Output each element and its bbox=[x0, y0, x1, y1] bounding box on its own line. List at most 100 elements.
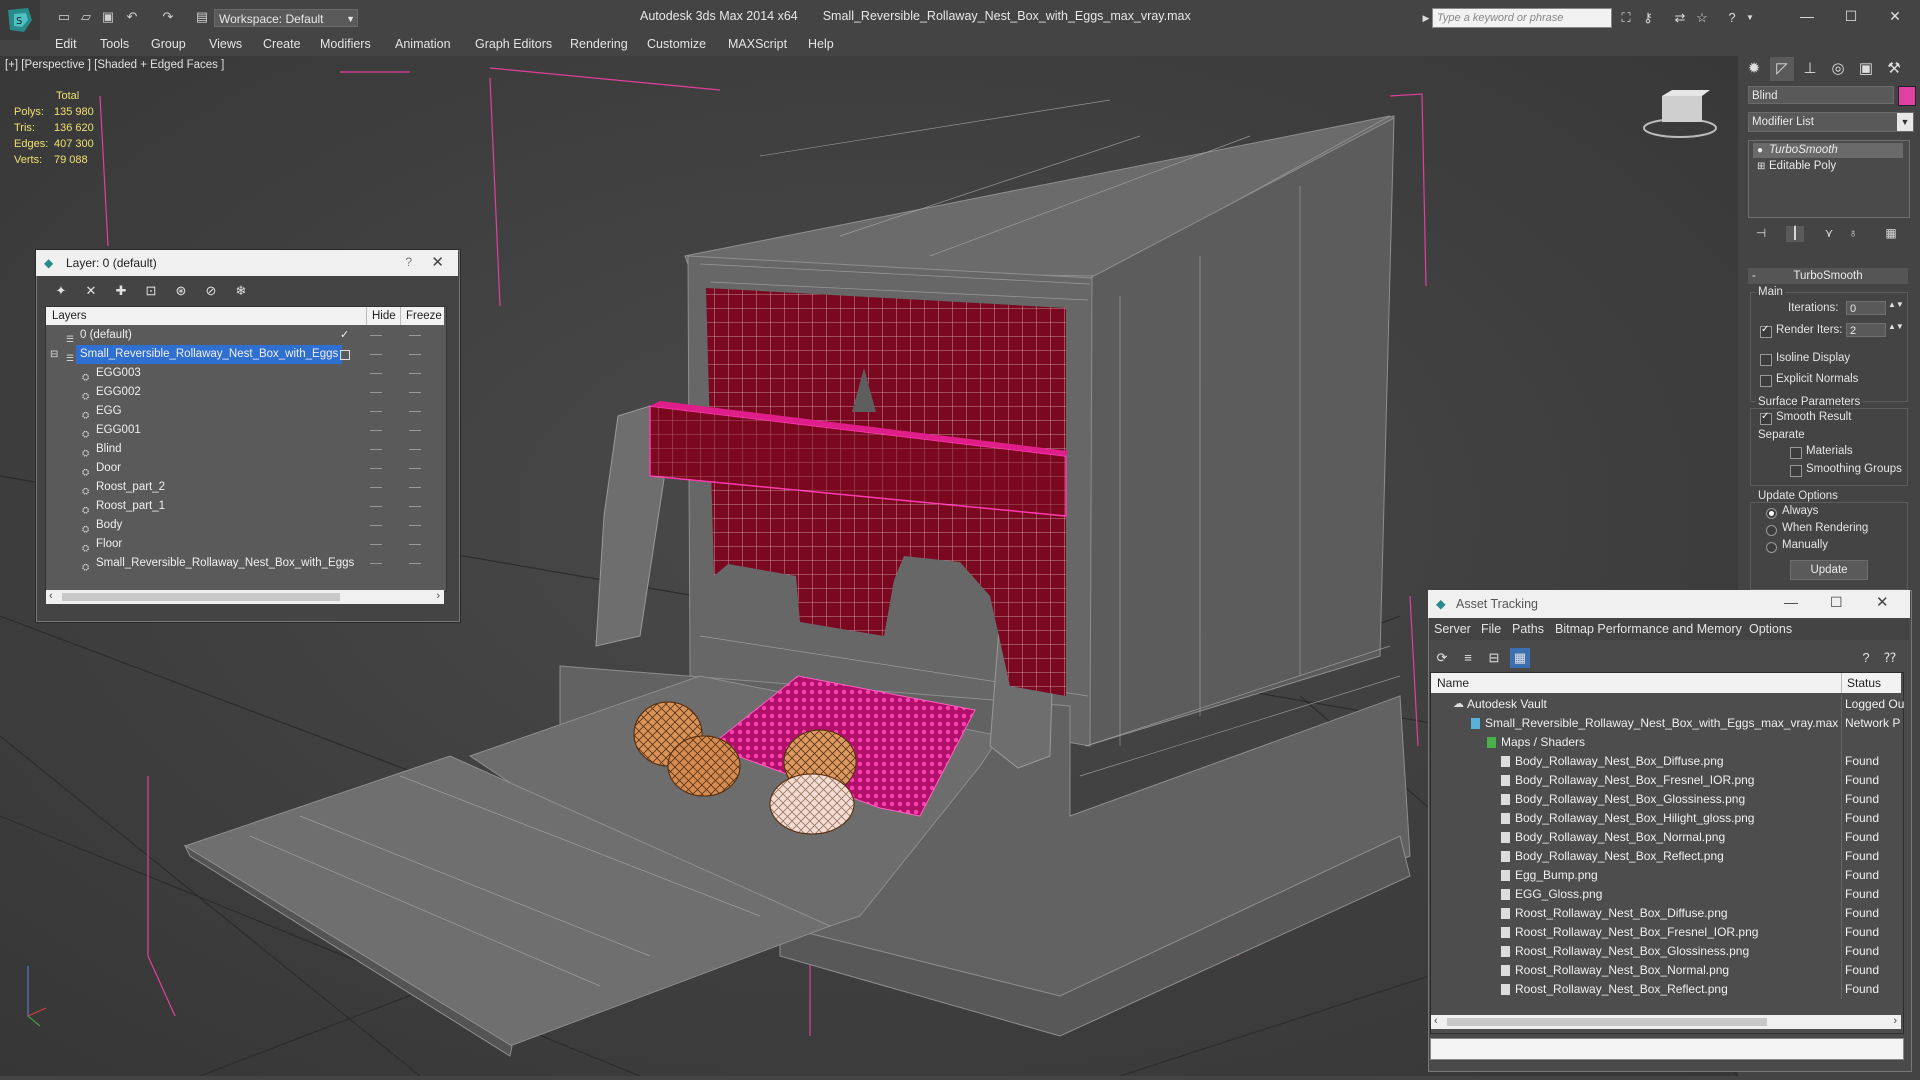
binoculars-icon[interactable]: ⛶ bbox=[1618, 10, 1634, 26]
layer-row[interactable]: ⛭ Body bbox=[46, 516, 444, 535]
menu-animation[interactable]: Animation bbox=[395, 34, 451, 54]
when-rendering-radio[interactable] bbox=[1766, 525, 1777, 536]
hide-toggle[interactable] bbox=[370, 430, 382, 431]
close-button[interactable]: ✕ bbox=[1880, 6, 1910, 26]
lightbulb-icon[interactable]: ● bbox=[1757, 143, 1763, 158]
layer-row[interactable]: ⛭ Door bbox=[46, 459, 444, 478]
asset-row[interactable]: Roost_Rollaway_Nest_Box_Diffuse.png Found bbox=[1431, 904, 1901, 923]
maximize-button[interactable]: ☐ bbox=[1830, 594, 1843, 611]
minimize-button[interactable]: — bbox=[1784, 594, 1798, 610]
display-tab-icon[interactable]: ▣ bbox=[1854, 57, 1878, 81]
search-input[interactable]: Type a keyword or phrase bbox=[1432, 8, 1612, 28]
save-file-icon[interactable]: ▣ bbox=[100, 9, 116, 25]
freeze-toggle[interactable] bbox=[409, 563, 421, 564]
asset-row[interactable]: Body_Rollaway_Nest_Box_Diffuse.png Found bbox=[1431, 752, 1901, 771]
manually-radio[interactable] bbox=[1766, 542, 1777, 553]
create-layer-icon[interactable]: ✦ bbox=[50, 281, 72, 301]
close-button[interactable]: ✕ bbox=[431, 253, 444, 271]
tree-view-icon[interactable]: ⊟ bbox=[1484, 648, 1504, 668]
exchange-icon[interactable]: ⇄ bbox=[1672, 10, 1688, 26]
hide-toggle[interactable] bbox=[370, 487, 382, 488]
pin-stack-icon[interactable]: ⊣ bbox=[1752, 226, 1770, 242]
hide-toggle[interactable] bbox=[370, 373, 382, 374]
undo-icon[interactable]: ↶ bbox=[124, 9, 140, 25]
stack-item-editable-poly[interactable]: ⊞ Editable Poly bbox=[1753, 159, 1903, 174]
modify-tab-icon[interactable]: ◸ bbox=[1770, 57, 1794, 81]
freeze-toggle[interactable] bbox=[409, 335, 421, 336]
hide-toggle[interactable] bbox=[370, 354, 382, 355]
asset-horizontal-scrollbar[interactable]: ‹ › bbox=[1431, 1015, 1901, 1029]
layer-row[interactable]: ⛭ Small_Reversible_Rollaway_Nest_Box_with… bbox=[46, 554, 444, 573]
current-layer-check-icon[interactable]: ✓ bbox=[340, 326, 349, 345]
spinner-arrows-icon[interactable]: ▲▼ bbox=[1888, 300, 1904, 309]
turbosmooth-rollout-header[interactable]: - TurboSmooth bbox=[1748, 268, 1908, 284]
viewport-label[interactable]: [+] [Perspective ] [Shaded + Edged Faces… bbox=[5, 59, 224, 71]
col-name[interactable]: Name bbox=[1437, 673, 1469, 693]
layer-row[interactable]: ⛭ EGG001 bbox=[46, 421, 444, 440]
menu-paths[interactable]: Paths bbox=[1512, 622, 1544, 636]
scroll-right-icon[interactable]: › bbox=[1893, 1015, 1897, 1027]
iterations-spinner[interactable]: 0 bbox=[1846, 301, 1886, 315]
layer-row[interactable]: ⛭ Blind bbox=[46, 440, 444, 459]
menu-create[interactable]: Create bbox=[263, 34, 301, 54]
workspace-dropdown[interactable]: Workspace: Default ▼ bbox=[214, 9, 358, 27]
freeze-toggle[interactable] bbox=[409, 430, 421, 431]
refresh-icon[interactable]: ⟳ bbox=[1432, 648, 1452, 668]
menu-options[interactable]: Options bbox=[1749, 622, 1792, 636]
chevron-down-icon[interactable]: ▼ bbox=[1742, 10, 1758, 26]
stack-item-turbosmooth[interactable]: ● TurboSmooth bbox=[1753, 143, 1903, 158]
make-unique-icon[interactable]: ⋎ bbox=[1820, 226, 1838, 242]
render-iters-checkbox[interactable] bbox=[1760, 324, 1772, 338]
asset-row[interactable]: EGG_Gloss.png Found bbox=[1431, 885, 1901, 904]
scroll-thumb[interactable] bbox=[62, 593, 340, 601]
freeze-toggle[interactable] bbox=[409, 525, 421, 526]
asset-row[interactable]: Roost_Rollaway_Nest_Box_Glossiness.png Fo… bbox=[1431, 942, 1901, 961]
freeze-toggle[interactable] bbox=[409, 468, 421, 469]
menu-rendering[interactable]: Rendering bbox=[570, 34, 628, 54]
app-logo[interactable]: S bbox=[0, 0, 40, 40]
col-hide[interactable]: Hide bbox=[366, 307, 396, 325]
freeze-toggle[interactable] bbox=[409, 354, 421, 355]
isoline-display-checkbox[interactable] bbox=[1760, 354, 1772, 366]
asset-row[interactable]: Roost_Rollaway_Nest_Box_Normal.png Found bbox=[1431, 961, 1901, 980]
collapse-icon[interactable]: ⊟ bbox=[50, 345, 58, 364]
layer-row[interactable]: ⛭ Roost_part_2 bbox=[46, 478, 444, 497]
asset-row[interactable]: Body_Rollaway_Nest_Box_Normal.png Found bbox=[1431, 828, 1901, 847]
freeze-toggle[interactable] bbox=[409, 411, 421, 412]
menu-customize[interactable]: Customize bbox=[647, 34, 706, 54]
hierarchy-tab-icon[interactable]: ⊥ bbox=[1798, 57, 1822, 81]
freeze-toggle[interactable] bbox=[409, 544, 421, 545]
layer-row[interactable]: ⛭ Floor bbox=[46, 535, 444, 554]
remove-modifier-icon[interactable]: ♁ bbox=[1844, 226, 1862, 242]
table-view-icon[interactable]: ▦ bbox=[1510, 648, 1530, 668]
freeze-toggle[interactable] bbox=[409, 487, 421, 488]
asset-row[interactable]: Egg_Bump.png Found bbox=[1431, 866, 1901, 885]
maximize-button[interactable]: ☐ bbox=[1836, 6, 1866, 26]
project-folder-icon[interactable]: ▤ bbox=[194, 9, 210, 25]
help-icon[interactable]: ? bbox=[1856, 648, 1876, 668]
configure-sets-icon[interactable]: ▦ bbox=[1882, 226, 1900, 242]
menu-group[interactable]: Group bbox=[151, 34, 186, 54]
asset-row[interactable]: Roost_Rollaway_Nest_Box_Reflect.png Found bbox=[1431, 980, 1901, 999]
asset-row[interactable]: Maps / Shaders bbox=[1431, 733, 1901, 752]
asset-row[interactable]: Body_Rollaway_Nest_Box_Fresnel_IOR.png Fo… bbox=[1431, 771, 1901, 790]
highlight-layer-icon[interactable]: ⊛ bbox=[170, 281, 192, 301]
col-status[interactable]: Status bbox=[1841, 673, 1881, 693]
freeze-all-layers-icon[interactable]: ❄ bbox=[230, 281, 252, 301]
redo-icon[interactable]: ↷ bbox=[160, 9, 176, 25]
open-file-icon[interactable]: ▱ bbox=[78, 9, 94, 25]
asset-tracking-titlebar[interactable]: ◆ Asset Tracking — ☐ ✕ bbox=[1428, 590, 1910, 618]
menu-file[interactable]: File bbox=[1481, 622, 1501, 636]
layer-horizontal-scrollbar[interactable]: ‹ › bbox=[46, 590, 444, 604]
object-color-swatch[interactable] bbox=[1898, 86, 1916, 106]
layer-row[interactable]: ⛭ EGG002 bbox=[46, 383, 444, 402]
delete-layer-icon[interactable]: ✕ bbox=[80, 281, 102, 301]
star-icon[interactable]: ☆ bbox=[1694, 10, 1710, 26]
explicit-normals-checkbox[interactable] bbox=[1760, 375, 1772, 387]
select-objects-icon[interactable]: ⊡ bbox=[140, 281, 162, 301]
asset-row[interactable]: Roost_Rollaway_Nest_Box_Fresnel_IOR.png F… bbox=[1431, 923, 1901, 942]
update-button[interactable]: Update bbox=[1790, 560, 1868, 580]
asset-row[interactable]: ☁ Autodesk Vault Logged Ou bbox=[1431, 695, 1904, 714]
scroll-left-icon[interactable]: ‹ bbox=[49, 590, 53, 602]
asset-row[interactable]: Small_Reversible_Rollaway_Nest_Box_with_… bbox=[1431, 714, 1901, 733]
